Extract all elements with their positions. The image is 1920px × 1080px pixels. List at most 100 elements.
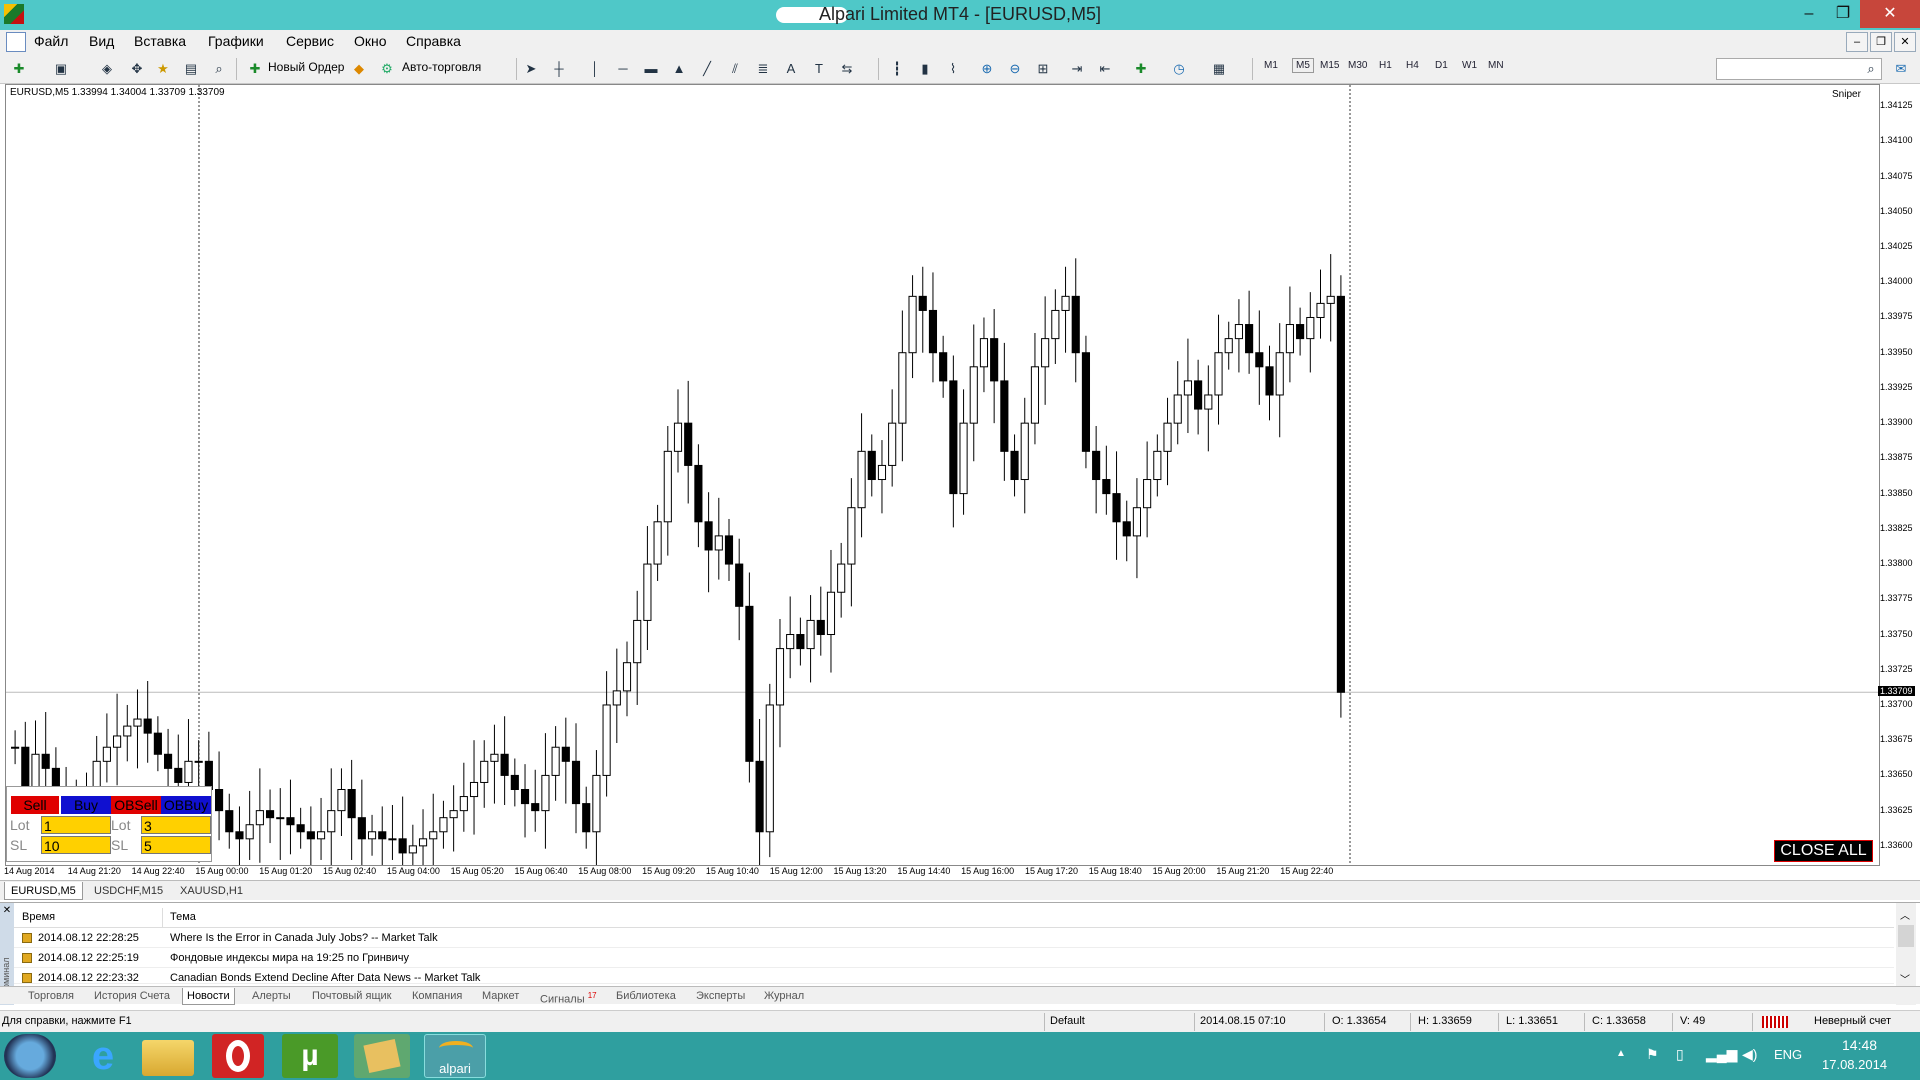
clock-date[interactable]: 17.08.2014 bbox=[1822, 1057, 1887, 1072]
start-orb-icon[interactable] bbox=[4, 1034, 56, 1078]
timeframe-h1[interactable]: H1 bbox=[1379, 60, 1392, 71]
clock-time[interactable]: 14:48 bbox=[1842, 1037, 1877, 1053]
autoscroll-icon[interactable]: ⇤ bbox=[1094, 58, 1116, 80]
timeframe-m1[interactable]: M1 bbox=[1264, 60, 1278, 71]
network-icon[interactable]: ▂▄▆ bbox=[1706, 1046, 1737, 1063]
tab-eurusd-m5[interactable]: EURUSD,M5 bbox=[4, 882, 83, 900]
tab-news[interactable]: Новости bbox=[182, 988, 235, 1005]
opera-icon[interactable] bbox=[212, 1034, 264, 1078]
line-chart-icon[interactable]: ⌇ bbox=[942, 58, 964, 80]
bar-chart-icon[interactable]: ┇ bbox=[886, 58, 908, 80]
new-order-icon[interactable]: ✚ bbox=[244, 58, 266, 80]
internet-explorer-icon[interactable]: e bbox=[72, 1034, 134, 1078]
buy-button[interactable]: Buy bbox=[61, 796, 111, 814]
fibonacci-icon[interactable]: ≣ bbox=[752, 58, 774, 80]
profiles-icon[interactable]: ▣ bbox=[50, 58, 72, 80]
book-app-icon[interactable] bbox=[354, 1034, 410, 1078]
metaeditor-icon[interactable]: ◆ bbox=[348, 58, 370, 80]
candle-chart-icon[interactable]: ▮ bbox=[914, 58, 936, 80]
messages-icon[interactable]: ✉ bbox=[1890, 58, 1912, 80]
vertical-line-icon[interactable]: │ bbox=[584, 58, 606, 80]
templates-icon[interactable]: ▦ bbox=[1208, 58, 1230, 80]
trendline-icon[interactable]: ╱ bbox=[696, 58, 718, 80]
triangle-icon[interactable]: ▲ bbox=[668, 58, 690, 80]
text-icon[interactable]: A bbox=[780, 58, 802, 80]
timeframe-mn[interactable]: MN bbox=[1488, 60, 1504, 71]
periods-icon[interactable]: ◷ bbox=[1168, 58, 1190, 80]
close-button[interactable]: ✕ bbox=[1860, 0, 1920, 28]
chart-window-icon[interactable] bbox=[6, 32, 26, 52]
price-chart[interactable]: EURUSD,M5 1.33994 1.34004 1.33709 1.3370… bbox=[5, 84, 1880, 866]
crosshair-icon[interactable]: ┼ bbox=[548, 58, 570, 80]
navigator-icon[interactable]: ✥ bbox=[126, 58, 148, 80]
tab-alerts[interactable]: Алерты bbox=[248, 988, 295, 1004]
terminal-icon[interactable]: ▤ bbox=[180, 58, 202, 80]
zoom-out-icon[interactable]: ⊖ bbox=[1004, 58, 1026, 80]
news-row[interactable]: 2014.08.12 22:28:25 Where Is the Error i… bbox=[14, 928, 1894, 948]
tab-signals[interactable]: Сигналы 17 bbox=[536, 988, 601, 1008]
utorrent-icon[interactable]: µ bbox=[282, 1034, 338, 1078]
new-chart-icon[interactable]: ✚ bbox=[8, 58, 30, 80]
action-center-icon[interactable]: ⚑ bbox=[1646, 1046, 1659, 1063]
lot-input-right[interactable]: 3 bbox=[141, 816, 211, 834]
channel-icon[interactable]: ⫽ bbox=[724, 58, 746, 80]
tab-company[interactable]: Компания bbox=[408, 988, 466, 1004]
col-time[interactable]: Время bbox=[22, 911, 55, 923]
menu-window[interactable]: Окно bbox=[354, 33, 387, 49]
language-indicator[interactable]: ENG bbox=[1774, 1047, 1802, 1062]
horizontal-line-icon[interactable]: ─ bbox=[612, 58, 634, 80]
indicators-icon[interactable]: ✚ bbox=[1130, 58, 1152, 80]
volume-icon[interactable]: ◀) bbox=[1742, 1046, 1757, 1063]
mdi-close-button[interactable]: ✕ bbox=[1894, 32, 1916, 52]
timeframe-m5[interactable]: M5 bbox=[1292, 58, 1314, 73]
menu-view[interactable]: Вид bbox=[89, 33, 114, 49]
tab-journal[interactable]: Журнал bbox=[760, 988, 808, 1004]
tab-mailbox[interactable]: Почтовый ящик bbox=[308, 988, 395, 1004]
timeframe-m15[interactable]: M15 bbox=[1320, 60, 1339, 71]
menu-insert[interactable]: Вставка bbox=[134, 33, 186, 49]
tester-icon[interactable]: ⌕ bbox=[208, 58, 230, 80]
timeframe-h4[interactable]: H4 bbox=[1406, 60, 1419, 71]
connection-status-icon[interactable] bbox=[1762, 1016, 1788, 1028]
obsell-button[interactable]: OBSell bbox=[111, 796, 161, 814]
rectangle-icon[interactable]: ▬ bbox=[640, 58, 662, 80]
mdi-minimize-button[interactable]: – bbox=[1846, 32, 1868, 52]
favorites-icon[interactable]: ★ bbox=[152, 58, 174, 80]
scroll-up-icon[interactable]: ︿ bbox=[1900, 907, 1910, 922]
market-watch-icon[interactable]: ◈ bbox=[96, 58, 118, 80]
timeframe-m30[interactable]: M30 bbox=[1348, 60, 1367, 71]
timeframe-d1[interactable]: D1 bbox=[1435, 60, 1448, 71]
sell-button[interactable]: Sell bbox=[11, 796, 59, 814]
arrows-icon[interactable]: ⇆ bbox=[836, 58, 858, 80]
auto-trading-button[interactable]: Авто-торговля bbox=[402, 60, 481, 74]
chart-shift-icon[interactable]: ⇥ bbox=[1066, 58, 1088, 80]
menu-file[interactable]: Файл bbox=[34, 33, 68, 49]
news-row[interactable]: 2014.08.12 22:25:19 Фондовые индексы мир… bbox=[14, 948, 1894, 968]
col-subject[interactable]: Тема bbox=[170, 911, 196, 923]
tray-expand-icon[interactable]: ▲ bbox=[1616, 1048, 1626, 1059]
tab-library[interactable]: Библиотека bbox=[612, 988, 680, 1004]
lot-input[interactable]: 1 bbox=[41, 816, 111, 834]
new-order-button[interactable]: Новый Ордер bbox=[268, 60, 344, 74]
menu-tools[interactable]: Сервис bbox=[286, 33, 334, 49]
tab-trade[interactable]: Торговля bbox=[24, 988, 78, 1004]
menu-help[interactable]: Справка bbox=[406, 33, 461, 49]
tab-market[interactable]: Маркет bbox=[478, 988, 523, 1004]
news-row[interactable]: 2014.08.12 22:23:32 Canadian Bonds Exten… bbox=[14, 968, 1894, 984]
tab-experts[interactable]: Эксперты bbox=[692, 988, 749, 1004]
battery-icon[interactable]: ▯ bbox=[1676, 1046, 1684, 1063]
alpari-taskbar-button[interactable]: alpari bbox=[424, 1034, 486, 1078]
tab-usdchf-m15[interactable]: USDCHF,M15 bbox=[88, 882, 169, 900]
zoom-in-icon[interactable]: ⊕ bbox=[976, 58, 998, 80]
search-icon[interactable]: ⌕ bbox=[1860, 58, 1882, 80]
auto-trading-icon[interactable]: ⚙ bbox=[376, 58, 398, 80]
sl-input[interactable]: 10 bbox=[41, 836, 111, 854]
tab-xauusd-h1[interactable]: XAUUSD,H1 bbox=[174, 882, 249, 900]
tab-account-history[interactable]: История Счета bbox=[90, 988, 174, 1004]
mdi-restore-button[interactable]: ❐ bbox=[1870, 32, 1892, 52]
timeframe-w1[interactable]: W1 bbox=[1462, 60, 1477, 71]
tile-windows-icon[interactable]: ⊞ bbox=[1032, 58, 1054, 80]
file-explorer-icon[interactable] bbox=[142, 1040, 194, 1076]
menu-charts[interactable]: Графики bbox=[208, 33, 264, 49]
close-terminal-icon[interactable]: ✕ bbox=[0, 905, 14, 916]
